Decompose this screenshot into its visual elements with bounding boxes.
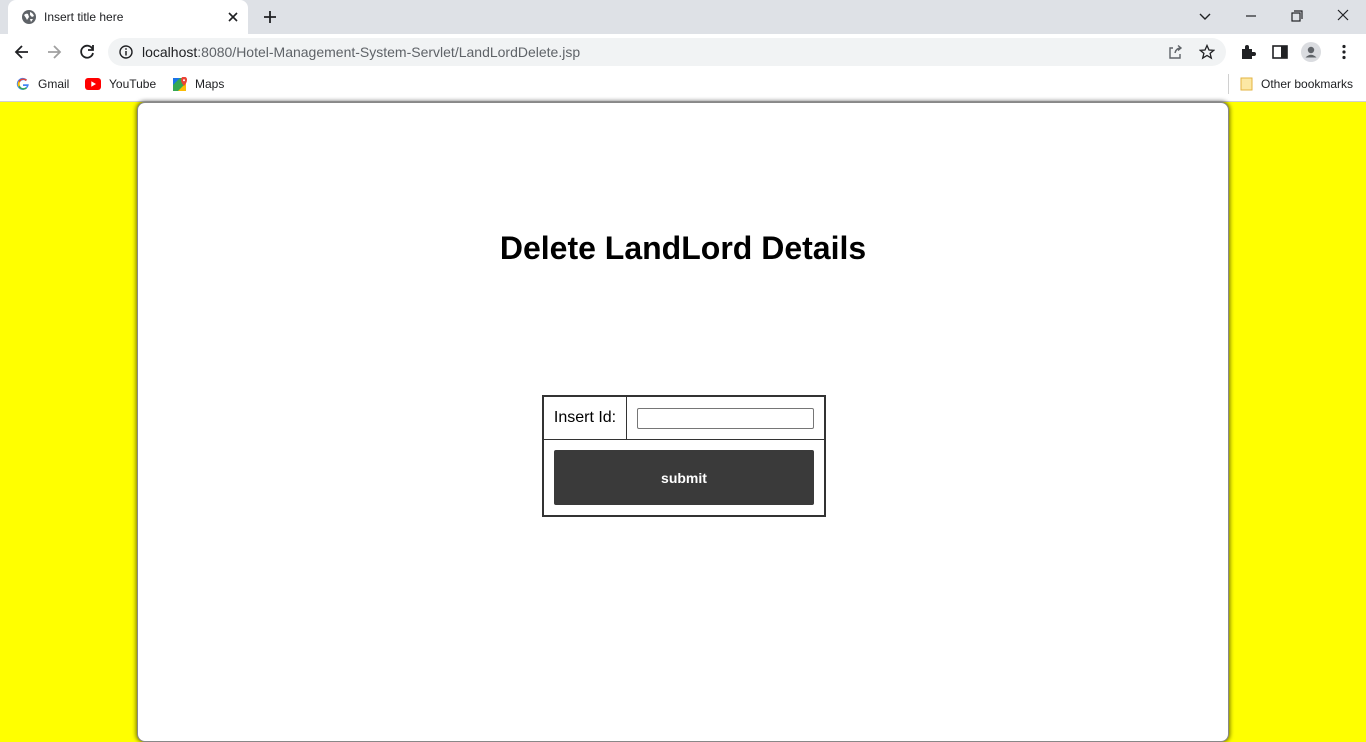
maps-icon [173, 76, 187, 91]
new-tab-icon[interactable] [261, 8, 279, 26]
tab-search-icon[interactable] [1194, 6, 1216, 26]
url-path: :8080/Hotel-Management-System-Servlet/La… [197, 44, 581, 60]
browser-toolbar: localhost:8080/Hotel-Management-System-S… [0, 34, 1366, 70]
form-table: Insert Id: submit [542, 395, 826, 517]
id-input[interactable] [637, 407, 814, 429]
bookmark-maps[interactable]: Maps [172, 70, 224, 98]
youtube-icon [85, 78, 101, 90]
menu-kebab-icon[interactable] [1334, 42, 1354, 62]
bookmark-youtube[interactable]: YouTube [85, 70, 156, 98]
address-bar[interactable]: localhost:8080/Hotel-Management-System-S… [108, 38, 1226, 66]
bookmark-gmail[interactable]: Gmail [16, 70, 69, 98]
bookmark-star-icon[interactable] [1199, 44, 1215, 60]
extensions-puzzle-icon[interactable] [1238, 42, 1258, 62]
reload-icon[interactable] [77, 42, 97, 62]
submit-cell: submit [542, 439, 826, 517]
bookmarks-bar: Gmail YouTube Maps Other bookmarks [0, 70, 1366, 102]
forward-arrow-icon[interactable] [44, 42, 64, 62]
other-bookmarks-label: Other bookmarks [1261, 77, 1354, 91]
url-host: localhost [142, 44, 198, 60]
url-text[interactable]: localhost:8080/Hotel-Management-System-S… [142, 44, 580, 60]
bookmark-label: Maps [195, 77, 225, 91]
site-info-icon[interactable] [119, 45, 133, 59]
id-row: Insert Id: [542, 395, 826, 440]
bookmark-label: YouTube [109, 77, 157, 91]
side-panel-icon[interactable] [1270, 42, 1290, 62]
browser-tab[interactable]: Insert title here [8, 0, 248, 34]
submit-row: submit [542, 439, 826, 517]
share-icon[interactable] [1167, 44, 1183, 60]
profile-avatar-icon[interactable] [1301, 42, 1321, 62]
folder-icon [1240, 77, 1253, 91]
back-arrow-icon[interactable] [12, 42, 32, 62]
tab-title: Insert title here [44, 10, 124, 24]
browser-title-bar: Insert title here [0, 0, 1366, 34]
other-bookmarks[interactable]: Other bookmarks [1240, 70, 1353, 98]
bookmark-label: Gmail [38, 77, 70, 91]
page-title: Delete LandLord Details [499, 230, 867, 266]
id-input-cell [626, 395, 826, 440]
google-icon [16, 77, 29, 90]
close-window-icon[interactable] [1332, 6, 1354, 26]
content-card: Delete LandLord Details Insert Id: submi… [137, 102, 1229, 742]
submit-button[interactable]: submit [554, 450, 814, 505]
id-label: Insert Id: [542, 395, 627, 440]
minimize-icon[interactable] [1240, 6, 1262, 26]
bookmarks-separator [1228, 74, 1229, 94]
restore-icon[interactable] [1286, 6, 1308, 26]
close-tab-icon[interactable] [225, 9, 241, 25]
globe-icon [22, 10, 36, 24]
